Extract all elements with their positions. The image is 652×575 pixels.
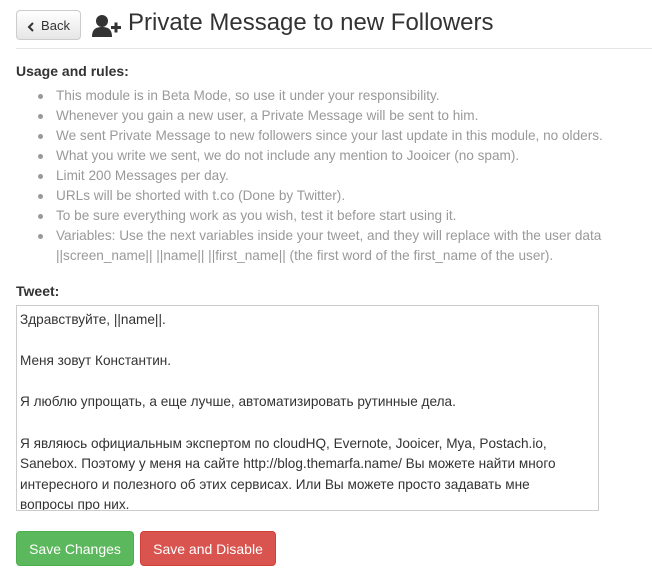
rules-heading: Usage and rules: <box>16 63 129 79</box>
save-changes-button[interactable]: Save Changes <box>16 531 134 566</box>
list-item: What you write we sent, we do not includ… <box>30 146 650 166</box>
page-header: Back Private Message to new Followers <box>16 6 652 46</box>
list-item: We sent Private Message to new followers… <box>30 126 650 146</box>
list-item: Whenever you gain a new user, a Private … <box>30 106 650 126</box>
tweet-label: Tweet: <box>16 283 60 299</box>
tweet-line: Sanebox. Поэтому у меня на сайте http://… <box>20 456 556 472</box>
variables-line-1: Variables: Use the next variables inside… <box>56 228 602 243</box>
list-item: To be sure everything work as you wish, … <box>30 206 650 226</box>
back-button-label: Back <box>41 17 70 33</box>
list-item: This module is in Beta Mode, so use it u… <box>30 86 650 106</box>
tweet-line: вопросы про них. <box>20 497 130 511</box>
back-button[interactable]: Back <box>16 10 81 40</box>
tweet-line: Здравствуйте, ||name||. <box>20 312 166 327</box>
chevron-left-icon <box>27 20 35 32</box>
tweet-line: интересного и полезного об этих сервисах… <box>20 476 530 492</box>
save-and-disable-button[interactable]: Save and Disable <box>140 531 276 566</box>
list-item-variables: Variables: Use the next variables inside… <box>30 226 650 266</box>
page-title: Private Message to new Followers <box>128 9 494 36</box>
list-item: URLs will be shorted with t.co (Done by … <box>30 186 650 206</box>
variables-line-2: ||screen_name|| ||name|| ||first_name|| … <box>56 248 554 263</box>
tweet-line: Я являюсь официальным экспертом по cloud… <box>20 435 547 451</box>
header-divider <box>16 48 652 49</box>
add-user-icon <box>92 14 122 38</box>
list-item: Limit 200 Messages per day. <box>30 166 650 186</box>
rules-list: This module is in Beta Mode, so use it u… <box>30 86 650 266</box>
tweet-line: Меня зовут Константин. <box>20 353 172 369</box>
tweet-line: Я люблю упрощать, а еще лучше, автоматиз… <box>20 394 456 410</box>
tweet-textarea[interactable]: Здравствуйте, ||name||. Меня зовут Конст… <box>16 305 599 511</box>
